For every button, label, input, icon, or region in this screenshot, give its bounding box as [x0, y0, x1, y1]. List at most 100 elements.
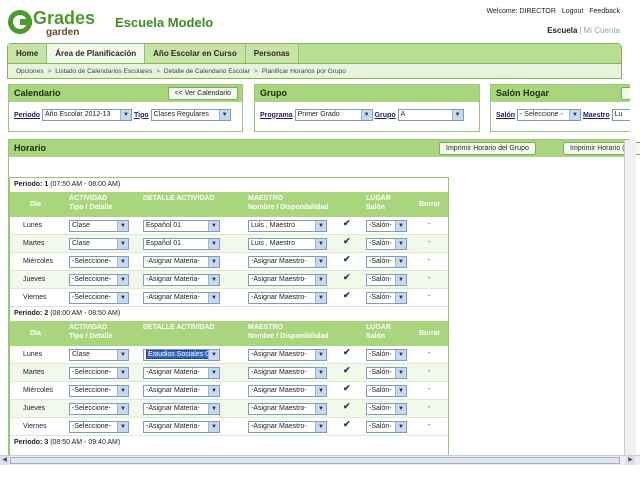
period-label: Periodo: 3 [14, 439, 49, 446]
detalle-select[interactable]: Estudios Sociales 01 ▼ [143, 349, 220, 361]
chevron-down-icon: ▼ [117, 350, 128, 360]
chevron-down-icon: ▼ [315, 422, 326, 432]
chevron-down-icon: ▼ [117, 422, 128, 432]
detalle-select[interactable]: -Asignar Materia- ▼ [143, 367, 220, 379]
breadcrumb-item[interactable]: Detalle de Calendario Escolar [164, 68, 250, 75]
salon-select[interactable]: -Salón- ▼ [366, 367, 407, 379]
chevron-down-icon: ▼ [117, 368, 128, 378]
tipo-select[interactable]: -Seleccione- ▼ [69, 367, 129, 379]
detalle-select[interactable]: -Asignar Materia- ▼ [143, 292, 220, 304]
detalle-select[interactable]: -Asignar Materia- ▼ [143, 403, 220, 415]
salon-select[interactable]: -Salón- ▼ [366, 256, 407, 268]
tipo-select[interactable]: -Seleccione- ▼ [69, 274, 129, 286]
delete-placeholder: - [428, 293, 431, 300]
feedback-link[interactable]: Feedback [589, 8, 620, 15]
detalle-select[interactable]: -Asignar Materia- ▼ [143, 274, 220, 286]
header-salon: Salón [366, 333, 386, 340]
tipo-select[interactable]: -Seleccione- ▼ [69, 256, 129, 268]
breadcrumb-item[interactable]: Opciones [16, 68, 43, 75]
chevron-down-icon: ▼ [315, 293, 326, 303]
table-header: Día ACTIVIDAD Tipo / Detalle DETALLE ACTIVI… [10, 321, 448, 346]
tipo-select[interactable]: Clases Regulares ▼ [150, 109, 231, 121]
salon-select[interactable]: -Salón- ▼ [366, 421, 407, 433]
period-header: Periodo: 1 (07:50 AM - 08:00 AM) [10, 178, 448, 192]
delete-placeholder: - [428, 404, 431, 411]
maestro-select[interactable]: Luis , Maestro ▼ [248, 220, 327, 232]
delete-placeholder: - [428, 350, 431, 357]
salon-select[interactable]: -Salón- ▼ [366, 292, 407, 304]
breadcrumb-separator: > [253, 68, 258, 75]
logout-link[interactable]: Logout [562, 8, 583, 15]
tipo-select[interactable]: -Seleccione- ▼ [69, 292, 129, 304]
tipo-select[interactable]: Clase ▼ [69, 220, 129, 232]
maestro-select[interactable]: Lu [611, 109, 630, 121]
maestro-select[interactable]: -Asignar Maestro- ▼ [248, 367, 327, 379]
tipo-select[interactable]: Clase ▼ [69, 349, 129, 361]
day-label: Martes [23, 369, 45, 376]
chevron-down-icon: ▼ [395, 221, 406, 231]
salon-select[interactable]: -Salón- ▼ [366, 274, 407, 286]
tipo-select[interactable]: Clase ▼ [69, 238, 129, 250]
period-header: Periodo: 3 (08:50 AM - 09:40 AM) [10, 436, 448, 450]
tab-item[interactable]: Área de Planificación [47, 44, 146, 63]
detalle-select[interactable]: Español 01 ▼ [143, 220, 220, 232]
detalle-select[interactable]: -Asignar Materia- ▼ [143, 421, 220, 433]
maestro-select[interactable]: Luis , Maestro ▼ [248, 238, 327, 250]
chevron-down-icon: ▼ [117, 386, 128, 396]
table-header: Día ACTIVIDAD Tipo / Detalle DETALLE ACTIVI… [10, 192, 448, 217]
scroll-left-icon: ◀ [0, 456, 9, 465]
salon-select[interactable]: - Seleccione - ▼ [517, 109, 582, 121]
chevron-down-icon: ▼ [315, 404, 326, 414]
salon-select[interactable]: -Salón- ▼ [366, 385, 407, 397]
salon-select[interactable]: -Salón- ▼ [366, 403, 407, 415]
maestro-select[interactable]: -Asignar Maestro- ▼ [248, 403, 327, 415]
chevron-down-icon: ▼ [208, 368, 219, 378]
maestro-select[interactable]: -Asignar Maestro- ▼ [248, 349, 327, 361]
salon-select[interactable]: -Salón- ▼ [366, 349, 407, 361]
delete-placeholder: - [428, 221, 431, 228]
maestro-select[interactable]: -Asignar Maestro- ▼ [248, 421, 327, 433]
detalle-select[interactable]: Español 01 ▼ [143, 238, 220, 250]
print-group-button[interactable]: Imprimir Horario del Grupo [439, 142, 536, 155]
availability-check-icon: ✔ [343, 401, 351, 411]
ver-calendario-button[interactable]: << Ver Calendario [167, 87, 238, 100]
tab-item[interactable]: Año Escolar en Curso [145, 44, 246, 63]
tipo-select[interactable]: -Seleccione- ▼ [69, 403, 129, 415]
availability-check-icon: ✔ [343, 290, 351, 300]
account-switch: Escuela | Mi Cuenta [547, 26, 620, 35]
maestro-select[interactable]: -Asignar Maestro- ▼ [248, 292, 327, 304]
chevron-down-icon: ▼ [315, 368, 326, 378]
tipo-select[interactable]: -Seleccione- ▼ [69, 385, 129, 397]
chevron-down-icon: ▼ [315, 275, 326, 285]
header-maestro: MAESTRO [248, 324, 283, 331]
header-detalle-actividad: DETALLE ACTIVIDAD [143, 324, 215, 331]
salon-select[interactable]: -Salón- ▼ [366, 220, 407, 232]
horizontal-scrollbar[interactable]: ◀ ▶ [0, 455, 640, 465]
tipo-select[interactable]: -Seleccione- ▼ [69, 421, 129, 433]
salon-hogar-button[interactable] [621, 87, 630, 100]
salon-hogar-panel: Salón Hogar Salón - Seleccione - ▼ Maestr… [490, 84, 630, 132]
tab-item[interactable]: Personas [245, 44, 299, 63]
maestro-select[interactable]: -Asignar Maestro- ▼ [248, 274, 327, 286]
salon-select[interactable]: -Salón- ▼ [366, 238, 407, 250]
chevron-down-icon: ▼ [395, 239, 406, 249]
chevron-down-icon: ▼ [218, 110, 230, 120]
mi-cuenta-link[interactable]: Mi Cuenta [584, 26, 620, 35]
chevron-down-icon: ▼ [117, 221, 128, 231]
header-dia: Día [30, 330, 41, 337]
chevron-down-icon: ▼ [120, 110, 132, 120]
day-label: Lunes [23, 351, 43, 358]
detalle-select[interactable]: -Asignar Materia- ▼ [143, 385, 220, 397]
header-tipo-detalle: Tipo / Detalle [69, 333, 113, 340]
detalle-select[interactable]: -Asignar Materia- ▼ [143, 256, 220, 268]
periodo-select[interactable]: Año Escolar 2012-13 ▼ [42, 109, 133, 121]
vertical-scrollbar[interactable] [624, 140, 636, 460]
programa-select[interactable]: Primer Grado ▼ [294, 109, 373, 121]
maestro-select[interactable]: -Asignar Maestro- ▼ [248, 256, 327, 268]
grupo-select[interactable]: A ▼ [397, 109, 464, 121]
escuela-link[interactable]: Escuela [547, 26, 577, 35]
delete-placeholder: - [428, 257, 431, 264]
maestro-select[interactable]: -Asignar Maestro- ▼ [248, 385, 327, 397]
breadcrumb-item[interactable]: Listado de Calendarios Escolares [55, 68, 152, 75]
tab-item[interactable]: Home [8, 44, 48, 63]
